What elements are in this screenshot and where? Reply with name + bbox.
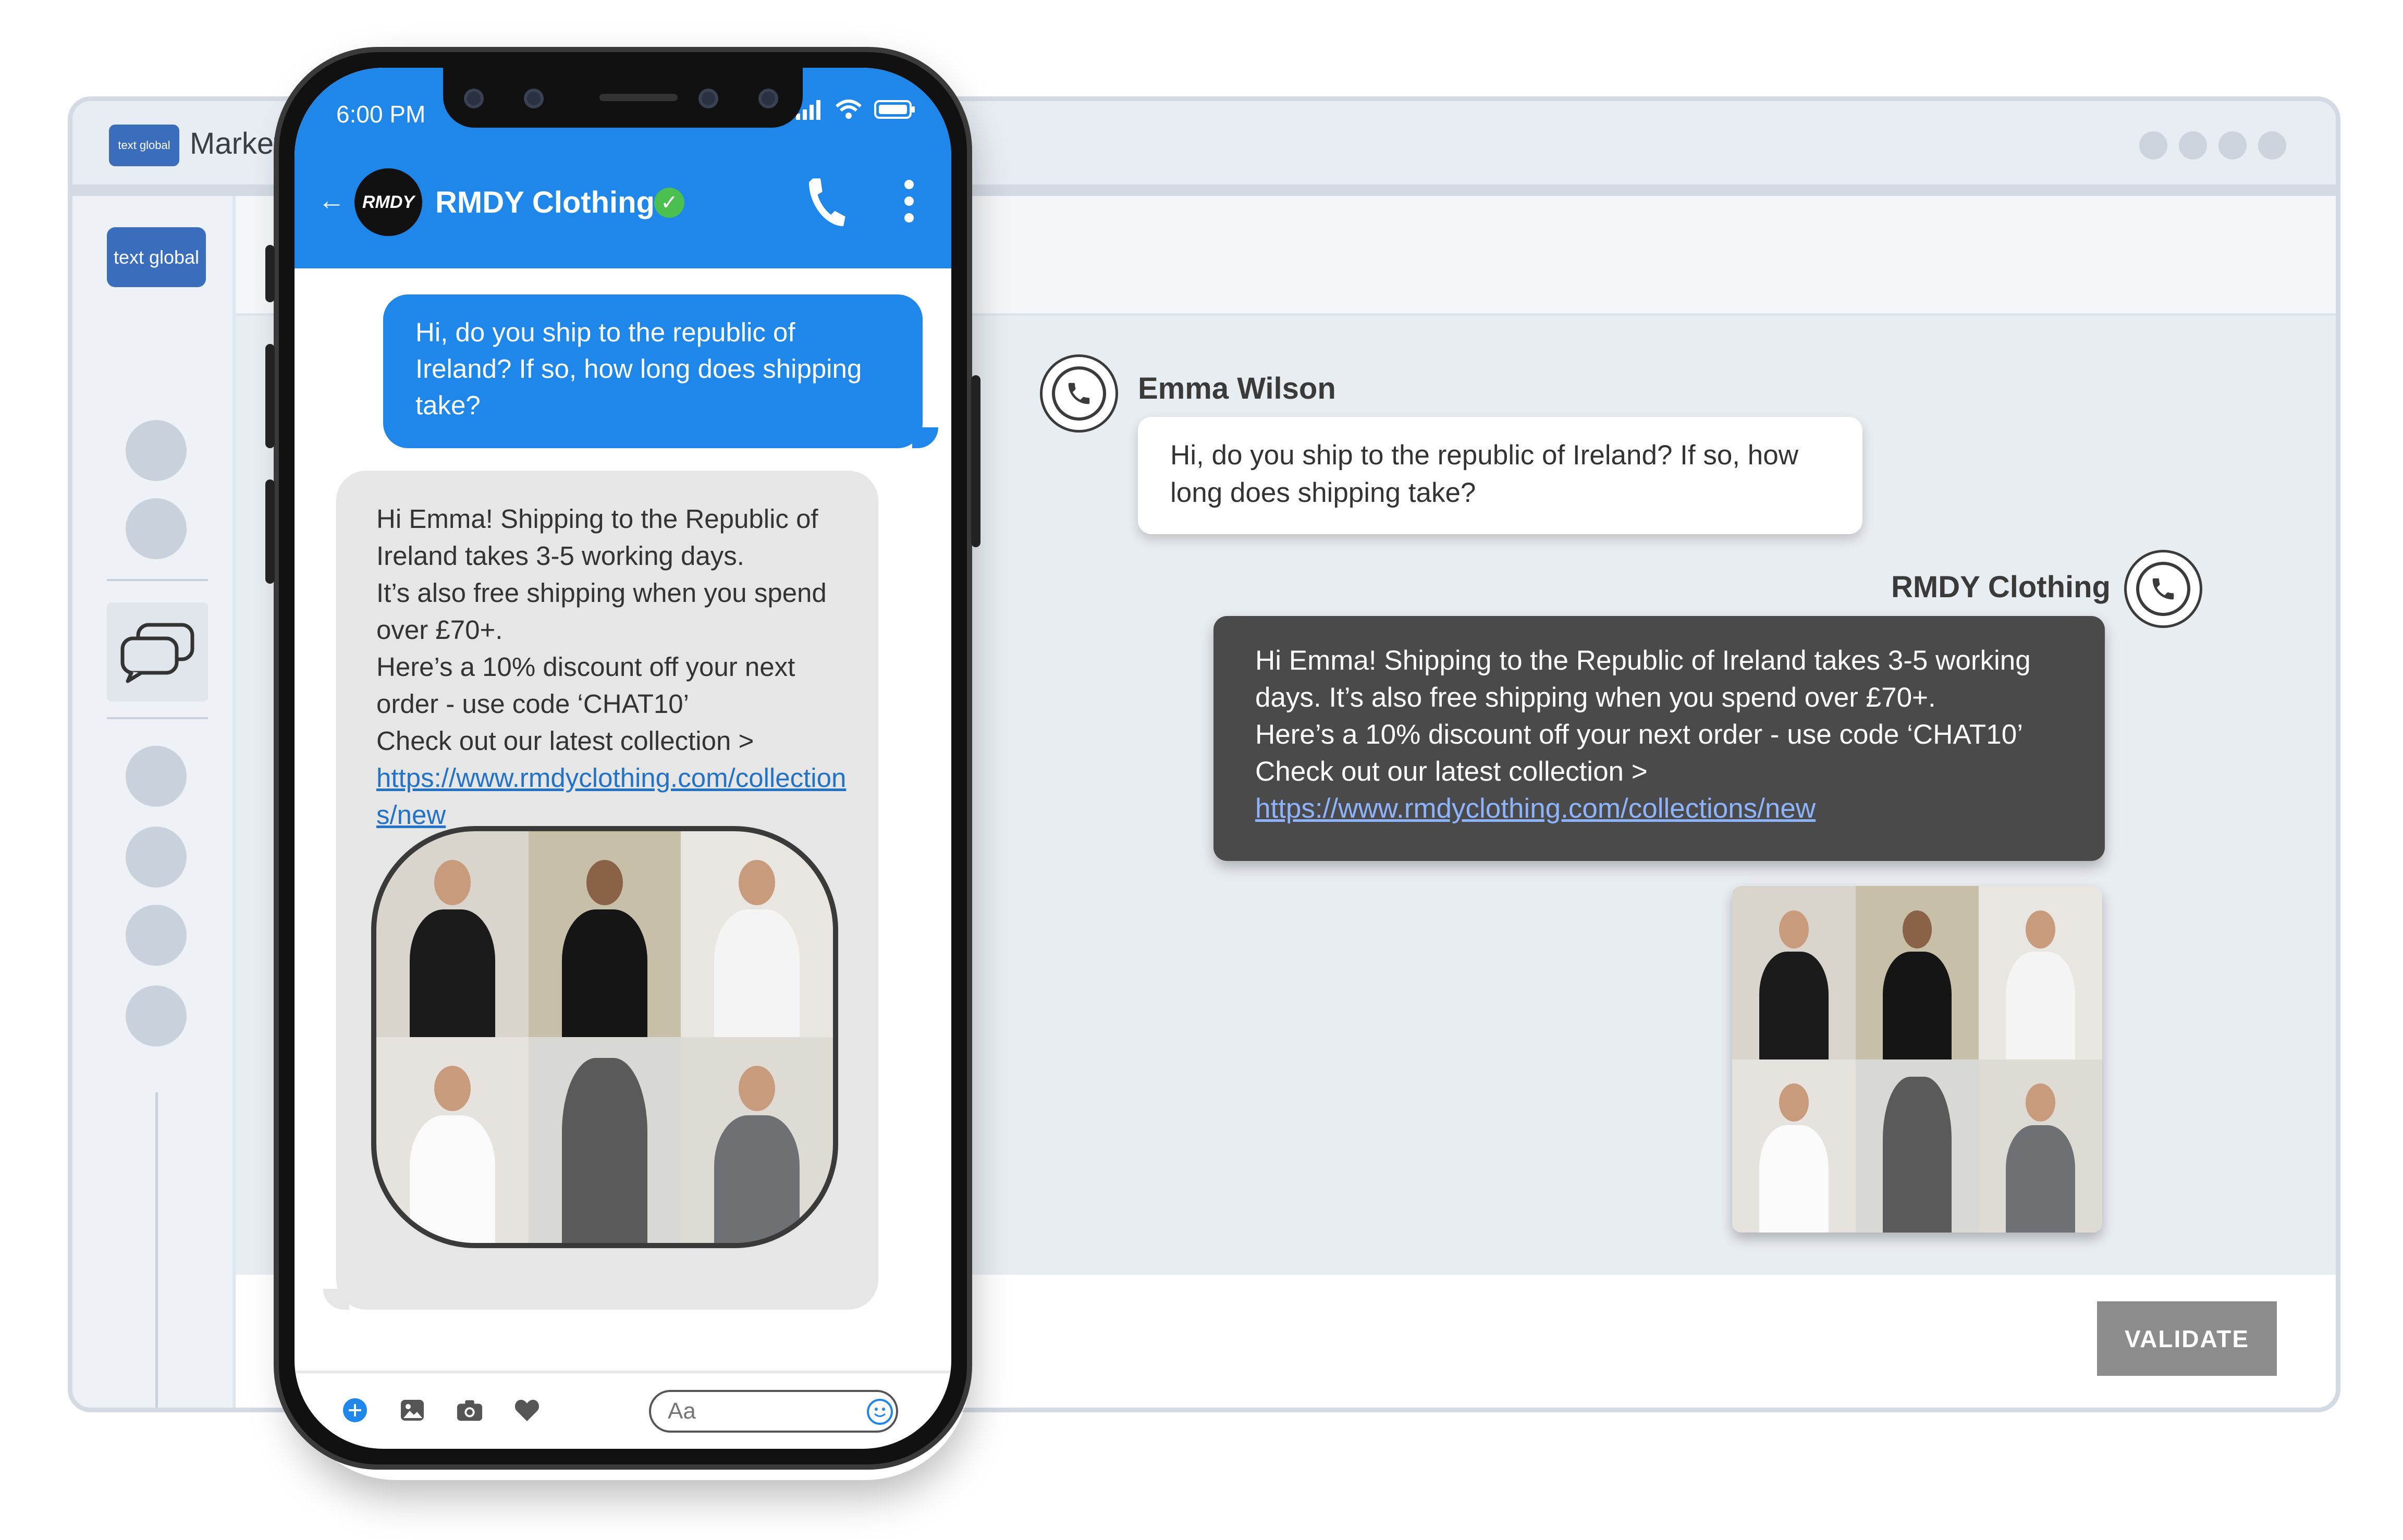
incoming-message-text: Hi Emma! Shipping to the Republic of Ire…: [376, 500, 856, 833]
phone-mockup: 6:00 PM ← RMDY RMDY Clothing ✓ Hi, do yo…: [265, 47, 980, 1470]
camera-icon: [698, 89, 718, 108]
product-photo: [376, 831, 529, 1037]
product-photo: [376, 1037, 529, 1243]
add-icon[interactable]: [341, 1397, 369, 1424]
whatsapp-icon: [1040, 354, 1118, 433]
wifi-icon: [836, 100, 862, 119]
contact-name: RMDY Clothing: [435, 186, 655, 219]
validate-button[interactable]: VALIDATE: [2097, 1301, 2277, 1376]
incoming-line: Hi Emma! Shipping to the Republic of Ire…: [376, 504, 818, 571]
sidebar-item[interactable]: [126, 905, 187, 966]
sidebar-item[interactable]: [126, 420, 187, 481]
sidebar-item[interactable]: [126, 985, 187, 1046]
chat-bubbles-icon: [120, 623, 194, 683]
phone-side-button: [265, 245, 275, 302]
collection-link[interactable]: https://www.rmdyclothing.com/collections…: [1255, 790, 2063, 827]
phone-side-button: [971, 375, 980, 547]
gallery-icon[interactable]: [399, 1397, 426, 1424]
product-photo: [681, 831, 833, 1037]
product-photo: [1732, 886, 1856, 1059]
sidebar-item[interactable]: [126, 827, 187, 888]
business-name: RMDY Clothing: [1891, 570, 2111, 604]
product-image-grid[interactable]: [1732, 886, 2102, 1233]
textglobal-logo: text global: [109, 125, 179, 166]
product-photo: [1855, 1059, 1979, 1233]
reply-line: Hi Emma! Shipping to the Republic of Ire…: [1255, 645, 2031, 713]
customer-name: Emma Wilson: [1138, 372, 1336, 405]
product-photo: [529, 1037, 681, 1243]
reply-line: Check out our latest collection >: [1255, 756, 1648, 787]
heart-icon[interactable]: [513, 1397, 541, 1424]
camera-icon: [464, 89, 484, 108]
product-photo: [529, 831, 681, 1037]
camera-icon[interactable]: [456, 1397, 483, 1424]
reply-line: Here’s a 10% discount off your next orde…: [1255, 719, 2023, 750]
incoming-line: It’s also free shipping when you spend o…: [376, 578, 827, 645]
window-dot[interactable]: [2139, 131, 2167, 159]
window-dot[interactable]: [2218, 131, 2247, 159]
incoming-line: Here’s a 10% discount off your next orde…: [376, 652, 795, 719]
whatsapp-icon: [2124, 550, 2202, 628]
outgoing-message-bubble: Hi, do you ship to the republic of Irela…: [383, 294, 923, 448]
sidebar-item[interactable]: [126, 746, 187, 807]
product-photo: [1979, 1059, 2102, 1233]
sidebar-item-conversations[interactable]: [107, 602, 208, 701]
product-photo: [1979, 886, 2102, 1059]
messenger-header: 6:00 PM ← RMDY RMDY Clothing ✓: [295, 68, 951, 268]
composer-toolbar: [295, 1373, 951, 1449]
customer-message-bubble: Hi, do you ship to the republic of Irela…: [1138, 417, 1862, 534]
contact-avatar: RMDY: [354, 168, 422, 236]
product-photo: [1855, 886, 1979, 1059]
verified-check-icon: ✓: [654, 188, 684, 218]
sidebar-logo: text global: [107, 227, 206, 287]
back-arrow-icon[interactable]: ←: [318, 185, 345, 216]
window-title: Market: [190, 127, 283, 161]
message-input[interactable]: [649, 1390, 898, 1433]
window-dot[interactable]: [2258, 131, 2286, 159]
battery-icon: [874, 100, 915, 119]
sidebar: text global: [72, 196, 236, 1408]
camera-icon: [524, 89, 544, 108]
sidebar-item[interactable]: [126, 498, 187, 559]
sidebar-divider: [107, 579, 208, 581]
speaker-grille: [599, 94, 678, 101]
phone-product-image-grid[interactable]: [371, 826, 838, 1248]
window-controls: [2139, 131, 2286, 159]
status-time: 6:00 PM: [336, 101, 426, 128]
window-dot[interactable]: [2179, 131, 2207, 159]
phone-side-button: [265, 344, 275, 448]
emoji-icon[interactable]: [867, 1399, 893, 1425]
product-photo: [1732, 1059, 1856, 1233]
collection-link[interactable]: https://www.rmdyclothing.com/collections…: [376, 759, 856, 833]
camera-icon: [758, 89, 778, 108]
incoming-line: Check out our latest collection >: [376, 726, 754, 756]
sidebar-scroll-track: [155, 1092, 158, 1408]
phone-call-icon[interactable]: [803, 175, 850, 235]
more-options-icon[interactable]: [904, 180, 914, 223]
sidebar-divider: [107, 717, 208, 719]
phone-side-button: [265, 479, 275, 584]
phone-notch: [443, 68, 803, 128]
product-photo: [681, 1037, 833, 1243]
business-reply-bubble: Hi Emma! Shipping to the Republic of Ire…: [1213, 616, 2105, 861]
status-icons: [795, 99, 916, 120]
